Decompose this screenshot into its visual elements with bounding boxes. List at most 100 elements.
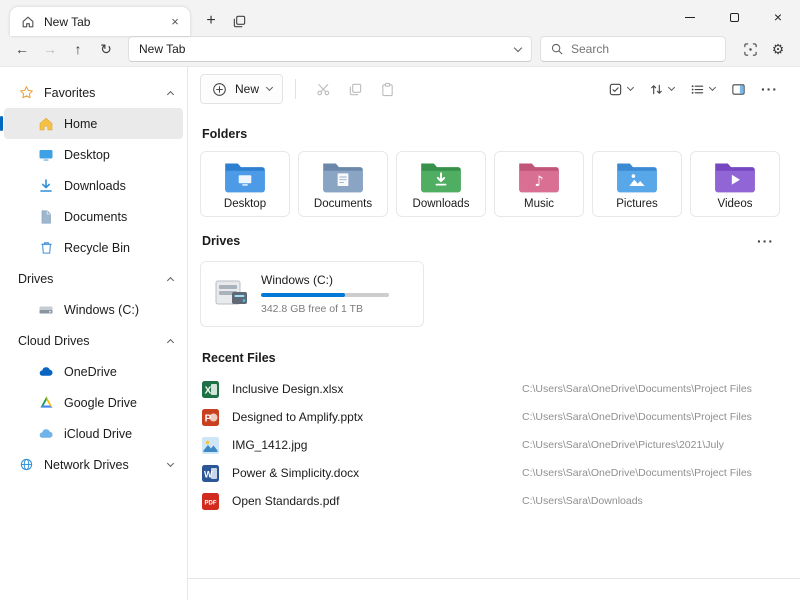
folder-name: Downloads [413,198,470,210]
sidebar-item-label: Documents [64,210,173,224]
google-drive-icon [38,395,54,411]
document-icon [38,209,54,225]
section-label: Drives [18,272,158,286]
recent-files-section-title: Recent Files [202,351,780,365]
sidebar-item-label: Desktop [64,148,173,162]
hard-drive-icon [213,278,251,310]
sidebar-item-google-drive[interactable]: Google Drive [4,387,183,418]
folder-card-pictures[interactable]: Pictures [592,151,682,217]
svg-text:P: P [204,413,211,424]
sidebar-item-label: Google Drive [64,396,173,410]
minimize-button[interactable] [668,0,712,34]
sidebar-item-label: Downloads [64,179,173,193]
drive-card-windows-c[interactable]: Windows (C:) 342.8 GB free of 1 TB [200,261,424,327]
tab-new-tab[interactable]: New Tab × [10,7,190,36]
onedrive-cloud-icon [38,364,54,380]
back-button[interactable]: ← [8,36,36,62]
section-label: Network Drives [44,458,158,472]
plus-circle-icon [211,81,227,97]
image-file-icon [200,437,220,454]
search-box[interactable] [540,36,726,62]
folder-card-downloads[interactable]: Downloads [396,151,486,217]
main-scroll-area: Folders Desktop [188,111,800,578]
address-bar[interactable]: New Tab [128,36,532,62]
powerpoint-file-icon: P [200,409,220,426]
folder-card-music[interactable]: ♪ Music [494,151,584,217]
new-tab-button[interactable]: + [198,8,224,34]
file-explorer-window: New Tab × + × ← → ↑ ↻ New Tab [0,0,800,600]
home-icon [38,116,54,132]
file-name: IMG_1412.jpg [232,438,510,452]
details-pane-toggle[interactable] [724,74,753,104]
tab-title: New Tab [44,15,158,29]
chevron-up-icon[interactable] [167,338,174,345]
sidebar-item-label: iCloud Drive [64,427,173,441]
file-row-jpg[interactable]: IMG_1412.jpg C:\Users\Sara\OneDrive\Pict… [200,431,780,459]
file-row-pdf[interactable]: PDF Open Standards.pdf C:\Users\Sara\Dow… [200,487,780,515]
paste-icon[interactable] [372,74,402,104]
new-button[interactable]: New [200,74,283,104]
sidebar-item-documents[interactable]: Documents [4,201,183,232]
sidebar-item-icloud-drive[interactable]: iCloud Drive [4,418,183,449]
sort-button[interactable] [642,74,681,104]
folder-name: Documents [314,198,372,210]
sidebar-item-home[interactable]: Home [4,108,183,139]
folder-name: Pictures [616,198,658,210]
drive-name: Windows (C:) [261,273,411,287]
word-file-icon: W [200,465,220,482]
sidebar-section-drives[interactable]: Drives [4,263,183,294]
sidebar-section-favorites[interactable]: Favorites [4,77,183,108]
snip-target-icon[interactable] [736,36,764,62]
command-bar: New [188,67,800,111]
folder-card-videos[interactable]: Videos [690,151,780,217]
sidebar-item-onedrive[interactable]: OneDrive [4,356,183,387]
chevron-up-icon[interactable] [167,276,174,283]
section-label: Favorites [44,86,158,100]
search-input[interactable] [571,42,717,56]
sidebar-item-desktop[interactable]: Desktop [4,139,183,170]
chevron-down-icon[interactable] [167,459,174,466]
folder-name: Music [524,198,554,210]
navigation-bar: ← → ↑ ↻ New Tab ⚙ [0,36,800,66]
sidebar-item-recycle-bin[interactable]: Recycle Bin [4,232,183,263]
sidebar-item-downloads[interactable]: Downloads [4,170,183,201]
folder-icon [321,159,365,195]
close-button[interactable]: × [756,0,800,34]
folder-icon [615,159,659,195]
sidebar-section-cloud-drives[interactable]: Cloud Drives [4,325,183,356]
file-row-xlsx[interactable]: X Inclusive Design.xlsx C:\Users\Sara\On… [200,375,780,403]
folder-icon [713,159,757,195]
command-bar-right: ··· [601,74,784,104]
forward-button[interactable]: → [36,36,64,62]
refresh-button[interactable]: ↻ [92,36,120,62]
drives-more-icon[interactable]: ··· [751,233,780,249]
drives-section-header: Drives ··· [200,233,780,249]
maximize-button[interactable] [712,0,756,34]
up-button[interactable]: ↑ [64,36,92,62]
folder-card-documents[interactable]: Documents [298,151,388,217]
tab-close-icon[interactable]: × [166,13,184,31]
drive-info: Windows (C:) 342.8 GB free of 1 TB [261,273,411,315]
folder-card-desktop[interactable]: Desktop [200,151,290,217]
file-row-pptx[interactable]: P Designed to Amplify.pptx C:\Users\Sara… [200,403,780,431]
sidebar-item-label: Recycle Bin [64,241,173,255]
file-row-docx[interactable]: W Power & Simplicity.docx C:\Users\Sara\… [200,459,780,487]
folder-icon: ♪ [517,159,561,195]
excel-file-icon: X [200,381,220,398]
view-button[interactable] [683,74,722,104]
more-options-icon[interactable]: ··· [755,81,784,97]
sidebar-item-windows-c[interactable]: Windows (C:) [4,294,183,325]
sidebar-section-network-drives[interactable]: Network Drives [4,449,183,480]
drive-free-space: 342.8 GB free of 1 TB [261,303,411,315]
settings-gear-icon[interactable]: ⚙ [764,36,792,62]
address-dropdown-chevron-icon[interactable] [514,43,522,51]
copy-icon[interactable] [340,74,370,104]
chevron-up-icon[interactable] [167,90,174,97]
duplicate-tab-icon[interactable] [226,8,252,34]
select-button[interactable] [601,74,640,104]
divider [295,79,296,99]
address-text: New Tab [139,42,507,56]
section-label: Cloud Drives [18,334,158,348]
cut-icon[interactable] [308,74,338,104]
svg-text:X: X [204,385,211,396]
